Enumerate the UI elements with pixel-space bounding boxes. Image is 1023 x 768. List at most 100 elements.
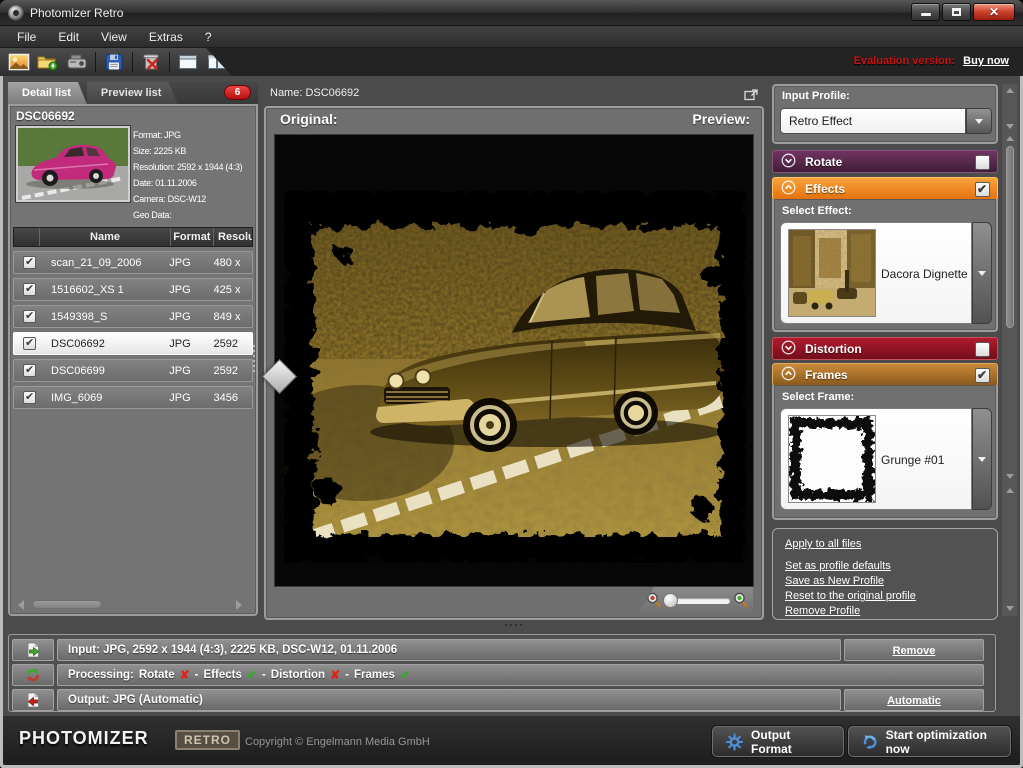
status-output-text: Output: JPG (Automatic) <box>68 694 203 706</box>
table-row[interactable]: scan_21_09_2006 JPG 480 x <box>13 251 253 274</box>
reset-to-original-profile-link[interactable]: Reset to the original profile <box>785 590 916 602</box>
effect-value: Dacora Dignette <box>881 267 968 281</box>
row-checkbox[interactable] <box>23 391 36 404</box>
output-file-icon <box>12 689 54 711</box>
distortion-checkbox[interactable] <box>975 342 990 357</box>
scroll-right-icon[interactable] <box>236 600 242 610</box>
menu-edit[interactable]: Edit <box>47 26 90 48</box>
info-format: Format: JPG <box>133 127 242 143</box>
menu-file[interactable]: File <box>6 26 47 48</box>
table-row[interactable]: 1516602_XS 1 JPG 425 x <box>13 278 253 301</box>
remove-link[interactable]: Remove <box>893 645 936 657</box>
row-format: JPG <box>169 338 213 350</box>
remove-profile-link[interactable]: Remove Profile <box>785 605 860 617</box>
split-view-icon[interactable] <box>204 50 230 74</box>
table-row-selected[interactable]: DSC06692 JPG 2592 <box>13 332 253 355</box>
apply-to-all-files-link[interactable]: Apply to all files <box>785 538 861 550</box>
processing-item-label: Effects <box>204 669 242 681</box>
detach-window-icon[interactable] <box>744 88 758 106</box>
column-resolution[interactable]: Resolution <box>214 228 252 246</box>
check-icon: ✔ <box>400 668 410 682</box>
chevron-down-icon <box>978 271 986 276</box>
single-view-icon[interactable] <box>175 50 201 74</box>
set-as-profile-defaults-link[interactable]: Set as profile defaults <box>785 560 891 572</box>
input-profile-dropdown-button[interactable] <box>966 108 992 134</box>
row-resolution: 2592 <box>214 338 252 350</box>
row-checkbox[interactable] <box>23 283 36 296</box>
scroll-up-icon[interactable] <box>1006 136 1014 141</box>
scrollbar-thumb[interactable] <box>32 600 102 609</box>
toolbar: Evaluation version: Buy now <box>0 48 1023 76</box>
separator: - <box>195 669 199 681</box>
save-icon[interactable] <box>101 50 127 74</box>
menu-help[interactable]: ? <box>194 26 223 48</box>
chevron-down-icon <box>781 153 796 171</box>
remove-action-cell[interactable]: Remove <box>844 639 984 661</box>
app-icon <box>8 5 24 21</box>
scanner-icon[interactable] <box>64 50 90 74</box>
scroll-down-icon[interactable] <box>1006 606 1014 611</box>
row-name: 1549398_S <box>51 311 169 323</box>
effect-select[interactable]: Dacora Dignette <box>780 222 972 324</box>
input-profile-value[interactable]: Retro Effect <box>780 108 966 134</box>
input-profile-select[interactable]: Retro Effect <box>780 108 992 134</box>
menu-view[interactable]: View <box>90 26 138 48</box>
save-as-new-profile-link[interactable]: Save as New Profile <box>785 575 884 587</box>
selected-file-name: DSC06692 <box>16 109 75 123</box>
section-effects[interactable]: Effects <box>772 177 998 200</box>
scrollbar-thumb[interactable] <box>1006 146 1014 328</box>
panel-splitter-grip[interactable] <box>253 345 255 347</box>
toolbar-separator <box>169 52 170 72</box>
automatic-action-cell[interactable]: Automatic <box>844 689 984 711</box>
row-name: DSC06699 <box>51 365 169 377</box>
output-format-button[interactable]: Output Format <box>712 726 844 757</box>
frame-select[interactable]: Grunge #01 <box>780 408 972 510</box>
section-distortion[interactable]: Distortion <box>772 337 998 360</box>
check-icon: ✔ <box>247 668 257 682</box>
row-checkbox[interactable] <box>23 364 36 377</box>
delete-icon[interactable] <box>138 50 164 74</box>
frames-checkbox[interactable] <box>975 368 990 383</box>
scroll-left-icon[interactable] <box>18 600 24 610</box>
rotate-checkbox[interactable] <box>975 155 990 170</box>
buy-now-link[interactable]: Buy now <box>963 55 1009 67</box>
section-rotate[interactable]: Rotate <box>772 150 998 173</box>
maximize-button[interactable] <box>942 3 971 21</box>
effect-thumbnail <box>788 229 876 317</box>
row-checkbox[interactable] <box>23 256 36 269</box>
section-label: Effects <box>805 182 845 196</box>
right-panel-scrollbar[interactable] <box>1001 84 1017 616</box>
table-row[interactable]: DSC06699 JPG 2592 <box>13 359 253 382</box>
bottom-splitter-grip[interactable] <box>505 624 507 626</box>
zoom-in-icon[interactable] <box>733 592 749 614</box>
row-checkbox[interactable] <box>23 337 36 350</box>
tab-detail-list[interactable]: Detail list <box>8 82 87 104</box>
row-format: JPG <box>169 284 213 296</box>
row-checkbox[interactable] <box>23 310 36 323</box>
zoom-slider-handle[interactable] <box>663 593 678 608</box>
tab-preview-list[interactable]: Preview list <box>87 82 178 104</box>
menu-extras[interactable]: Extras <box>138 26 194 48</box>
open-folder-icon[interactable] <box>35 50 61 74</box>
start-optimization-button[interactable]: Start optimization now <box>848 726 1011 757</box>
image-icon[interactable] <box>6 50 32 74</box>
frame-dropdown-button[interactable] <box>972 408 992 510</box>
scroll-up-icon[interactable] <box>1006 488 1014 493</box>
column-name[interactable]: Name <box>40 228 170 246</box>
section-frames[interactable]: Frames <box>772 363 998 386</box>
select-frame-label: Select Frame: <box>782 391 854 403</box>
table-row[interactable]: IMG_6069 JPG 3456 <box>13 386 253 409</box>
table-row[interactable]: 1549398_S JPG 849 x <box>13 305 253 328</box>
close-button[interactable]: ✕ <box>973 3 1015 21</box>
automatic-link[interactable]: Automatic <box>887 695 941 707</box>
horizontal-scrollbar[interactable] <box>18 598 242 611</box>
effects-checkbox[interactable] <box>975 182 990 197</box>
scroll-down-icon[interactable] <box>1006 124 1014 129</box>
column-format[interactable]: Format <box>171 228 214 246</box>
scroll-up-icon[interactable] <box>1006 88 1014 93</box>
separator: - <box>262 669 266 681</box>
minimize-button[interactable] <box>911 3 940 21</box>
profile-links-box: Apply to all files Set as profile defaul… <box>772 528 998 620</box>
scroll-down-icon[interactable] <box>1006 474 1014 479</box>
effect-dropdown-button[interactable] <box>972 222 992 324</box>
